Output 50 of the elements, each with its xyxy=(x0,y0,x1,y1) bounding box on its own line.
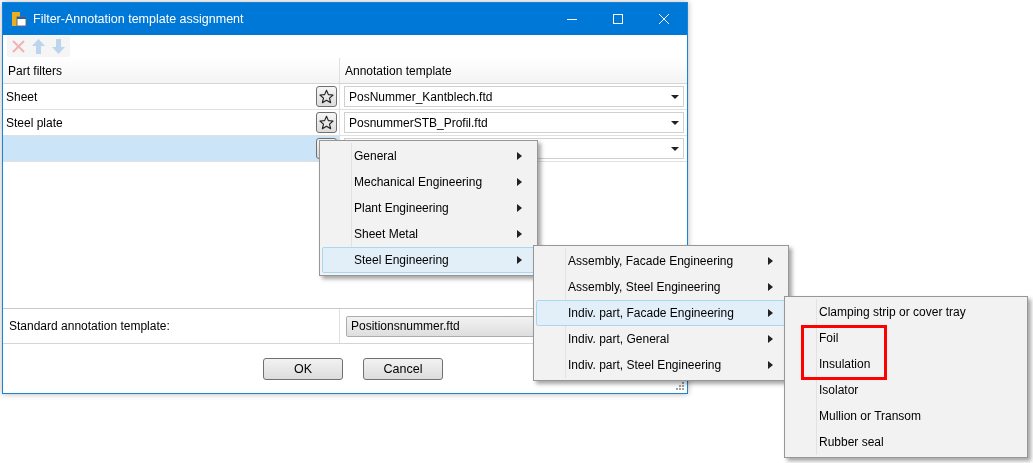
window-title: Filter-Annotation template assignment xyxy=(33,12,245,26)
menu-item[interactable]: Assembly, Facade Engineering xyxy=(536,248,786,274)
menu-item[interactable]: Mullion or Transom xyxy=(787,403,1025,429)
maximize-icon xyxy=(613,14,623,24)
menu-item[interactable]: Plant Engineering xyxy=(322,195,535,221)
field-label: Standard annotation template: xyxy=(9,319,170,333)
menu-item[interactable]: Clamping strip or cover tray xyxy=(787,299,1025,325)
menu-item[interactable]: Steel Engineering xyxy=(322,247,535,273)
menu-item[interactable]: Mechanical Engineering xyxy=(322,169,535,195)
menu-item[interactable]: Sheet Metal xyxy=(322,221,535,247)
submenu-arrow-icon xyxy=(768,309,773,317)
caret-icon xyxy=(671,120,679,125)
menu-item[interactable]: Foil xyxy=(787,325,1025,351)
delete-icon xyxy=(12,40,25,53)
column-header[interactable]: Part filters xyxy=(3,58,340,83)
menu-item[interactable]: Rubber seal xyxy=(787,429,1025,455)
submenu-arrow-icon xyxy=(517,230,522,238)
menu-item[interactable]: Insulation xyxy=(787,351,1025,377)
menu-item[interactable]: Indiv. part, Facade Engineering xyxy=(536,300,786,326)
close-icon xyxy=(659,14,669,24)
table-cell[interactable]: Sheet xyxy=(3,84,340,109)
menu-item[interactable]: General xyxy=(322,143,535,169)
submenu-arrow-icon xyxy=(517,204,522,212)
dialog-button[interactable]: Cancel xyxy=(363,357,443,380)
app-icon xyxy=(11,11,27,27)
template-dropdown[interactable]: PosnummerSTB_Profil.ftd xyxy=(344,112,684,133)
filter-name: Steel plate xyxy=(6,115,64,130)
arrow-up-icon xyxy=(32,39,45,54)
favorite-button[interactable] xyxy=(316,86,337,107)
favorite-button[interactable] xyxy=(316,112,337,133)
submenu-arrow-icon xyxy=(768,335,773,343)
filter-name: Sheet xyxy=(6,89,39,104)
caret-icon xyxy=(671,146,679,151)
menu-item[interactable]: Indiv. part, Steel Engineering xyxy=(536,352,786,378)
table-cell[interactable]: Steel plate xyxy=(3,110,340,135)
column-header[interactable]: Annotation template xyxy=(340,58,687,83)
submenu-arrow-icon xyxy=(517,256,522,264)
selected-row-cell[interactable] xyxy=(3,136,340,161)
caret-icon xyxy=(671,94,679,99)
submenu-arrow-icon xyxy=(517,178,522,186)
submenu-arrow-icon xyxy=(517,152,522,160)
menu-item[interactable]: Isolator xyxy=(787,377,1025,403)
template-dropdown[interactable]: PosNummer_Kantblech.ftd xyxy=(344,86,684,107)
arrow-down-icon xyxy=(52,39,65,54)
submenu-arrow-icon xyxy=(768,361,773,369)
menu-item[interactable]: Assembly, Steel Engineering xyxy=(536,274,786,300)
submenu-arrow-icon xyxy=(768,257,773,265)
submenu-arrow-icon xyxy=(768,283,773,291)
resize-grip-icon[interactable] xyxy=(674,380,684,390)
dialog-button[interactable]: OK xyxy=(263,357,343,380)
